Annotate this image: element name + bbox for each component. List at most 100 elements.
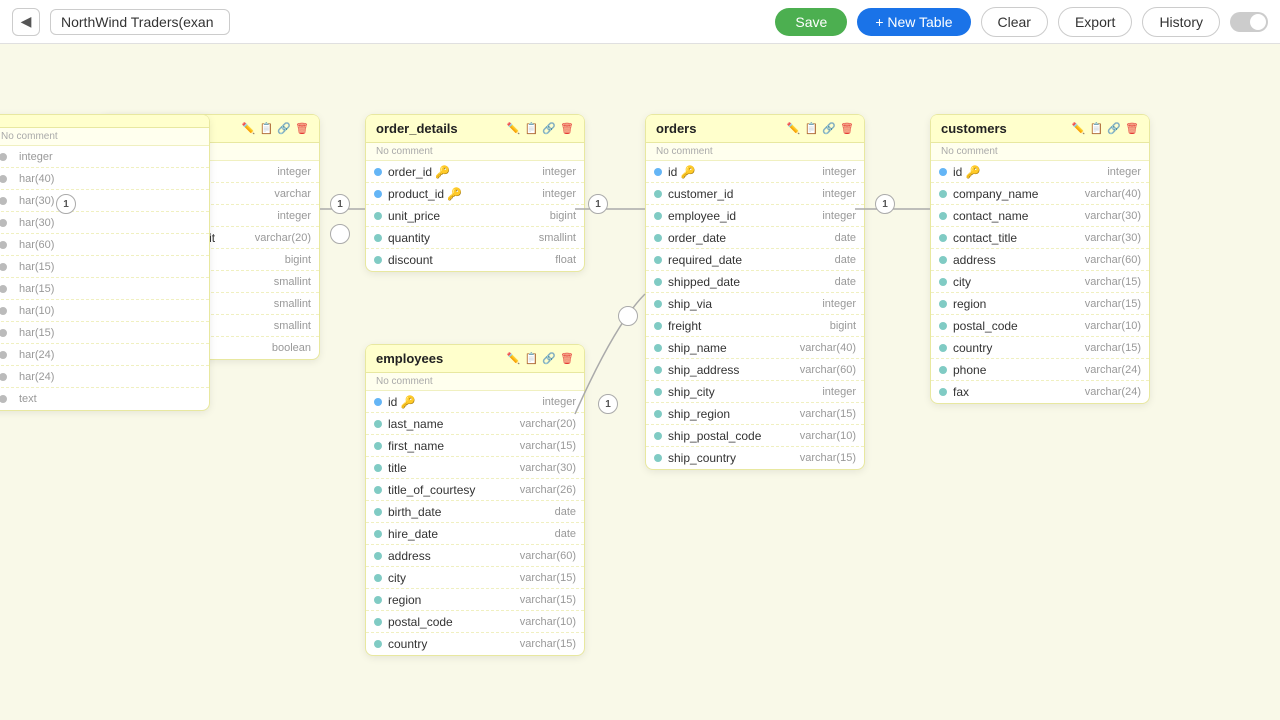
- field-name: shipped_date: [668, 275, 829, 289]
- field-name: title_of_courtesy: [388, 483, 514, 497]
- copy-icon[interactable]: 📋: [525, 122, 539, 135]
- back-button[interactable]: ◀: [12, 8, 40, 36]
- link-icon[interactable]: 🔗: [1107, 122, 1121, 135]
- edit-icon[interactable]: ✏️: [787, 122, 801, 135]
- field-type: har(30): [19, 195, 54, 207]
- badge-6: 1: [598, 394, 618, 414]
- field-type: integer: [822, 210, 856, 222]
- field-name: region: [953, 297, 1079, 311]
- delete-icon[interactable]: 🗑: [1125, 122, 1139, 135]
- table-order-details-name: order_details: [376, 121, 501, 136]
- field-title: title varchar(30): [366, 457, 584, 479]
- field-type: bigint: [830, 320, 856, 332]
- field-name: address: [953, 253, 1079, 267]
- field-type: bigint: [550, 210, 576, 222]
- delete-icon[interactable]: 🗑: [295, 122, 309, 135]
- copy-icon[interactable]: 📋: [805, 122, 819, 135]
- delete-icon[interactable]: 🗑: [840, 122, 854, 135]
- field-type: float: [555, 254, 576, 266]
- field-phone: phone varchar(24): [931, 359, 1149, 381]
- field-name: postal_code: [388, 615, 514, 629]
- field-last-name: last_name varchar(20): [366, 413, 584, 435]
- field-type: varchar(10): [800, 430, 856, 442]
- copy-icon[interactable]: 📋: [525, 352, 539, 365]
- field-type: smallint: [274, 276, 311, 288]
- field-type: varchar(60): [800, 364, 856, 376]
- field-dot: [654, 234, 662, 242]
- field-name: address: [388, 549, 514, 563]
- toggle-switch[interactable]: [1230, 12, 1268, 32]
- field-product-id: product_id 🔑 integer: [366, 183, 584, 205]
- field-type: varchar(24): [1085, 364, 1141, 376]
- field-city: city varchar(15): [931, 271, 1149, 293]
- field-dot: [654, 190, 662, 198]
- field-order-date: order_date date: [646, 227, 864, 249]
- field-contact-name: contact_name varchar(30): [931, 205, 1149, 227]
- field-dot: [374, 442, 382, 450]
- link-icon[interactable]: 🔗: [542, 122, 556, 135]
- field-type: varchar(15): [800, 408, 856, 420]
- field-dot: [374, 212, 382, 220]
- history-button[interactable]: History: [1142, 7, 1220, 37]
- field-name: required_date: [668, 253, 829, 267]
- back-icon: ◀: [21, 13, 32, 30]
- edit-icon[interactable]: ✏️: [242, 122, 256, 135]
- field-id: id 🔑 integer: [366, 391, 584, 413]
- badge-1: 1: [56, 194, 76, 214]
- link-icon[interactable]: 🔗: [542, 352, 556, 365]
- save-button[interactable]: Save: [775, 8, 847, 36]
- new-table-button[interactable]: + New Table: [857, 8, 970, 36]
- field-type: varchar(24): [1085, 386, 1141, 398]
- field-name: customer_id: [668, 187, 816, 201]
- badge-7: 1: [875, 194, 895, 214]
- field-partial-9: har(15): [0, 322, 209, 344]
- field-partial-10: har(24): [0, 344, 209, 366]
- field-shipped-date: shipped_date date: [646, 271, 864, 293]
- copy-icon[interactable]: 📋: [1090, 122, 1104, 135]
- field-ship-region: ship_region varchar(15): [646, 403, 864, 425]
- link-icon[interactable]: 🔗: [277, 122, 291, 135]
- field-dot: [939, 212, 947, 220]
- field-dot: [0, 263, 7, 271]
- field-type: varchar(15): [520, 638, 576, 650]
- field-id: id 🔑 integer: [646, 161, 864, 183]
- field-name: contact_name: [953, 209, 1079, 223]
- copy-icon[interactable]: 📋: [260, 122, 274, 135]
- table-orders-subheader: No comment: [646, 143, 864, 161]
- field-name: ship_address: [668, 363, 794, 377]
- field-title-of-courtesy: title_of_courtesy varchar(26): [366, 479, 584, 501]
- db-title-input[interactable]: [50, 9, 230, 35]
- field-name: product_id 🔑: [388, 187, 536, 201]
- field-type: har(60): [19, 239, 54, 251]
- delete-icon[interactable]: 🗑: [560, 122, 574, 135]
- field-type: date: [835, 254, 856, 266]
- field-address: address varchar(60): [366, 545, 584, 567]
- delete-icon[interactable]: 🗑: [560, 352, 574, 365]
- table-od-subheader: No comment: [366, 143, 584, 161]
- field-dot: [0, 153, 7, 161]
- export-button[interactable]: Export: [1058, 7, 1132, 37]
- table-partial-subheader: No comment: [0, 128, 209, 146]
- clear-button[interactable]: Clear: [981, 7, 1048, 37]
- edit-icon[interactable]: ✏️: [1072, 122, 1086, 135]
- field-name: employee_id: [668, 209, 816, 223]
- edit-icon[interactable]: ✏️: [507, 352, 521, 365]
- field-dot: [0, 395, 7, 403]
- field-dot: [374, 530, 382, 538]
- field-dot: [654, 256, 662, 264]
- edit-icon[interactable]: ✏️: [507, 122, 521, 135]
- field-name: city: [388, 571, 514, 585]
- field-dot: [374, 464, 382, 472]
- field-company-name: company_name varchar(40): [931, 183, 1149, 205]
- link-icon[interactable]: 🔗: [822, 122, 836, 135]
- field-partial-8: har(10): [0, 300, 209, 322]
- field-dot: [374, 508, 382, 516]
- field-first-name: first_name varchar(15): [366, 435, 584, 457]
- field-partial-4: har(30): [0, 212, 209, 234]
- field-dot: [939, 366, 947, 374]
- table-employees-header: employees ✏️ 📋 🔗 🗑: [366, 345, 584, 373]
- field-name: city: [953, 275, 1079, 289]
- field-name: order_date: [668, 231, 829, 245]
- field-dot: [0, 219, 7, 227]
- field-city: city varchar(15): [366, 567, 584, 589]
